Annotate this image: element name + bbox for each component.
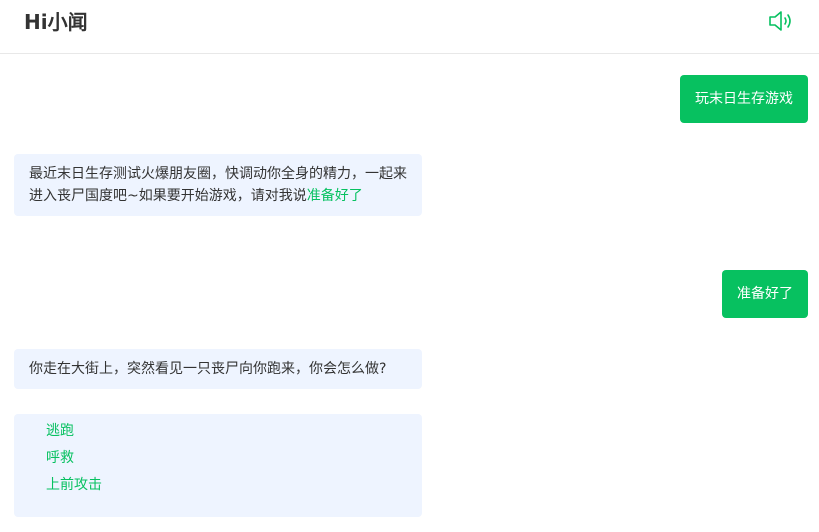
user-message-text: 准备好了: [737, 286, 793, 302]
answer-options-panel: 逃跑 呼救 上前攻击: [14, 414, 422, 517]
user-message-text: 玩末日生存游戏: [695, 91, 793, 107]
page-title: Hi小闻: [24, 10, 88, 34]
ready-link[interactable]: 准备好了: [307, 188, 363, 204]
option-attack[interactable]: 上前攻击: [14, 472, 422, 499]
option-call-for-help[interactable]: 呼救: [14, 445, 422, 472]
bot-question-bubble: 你走在大街上，突然看见一只丧尸向你跑来，你会怎么做?: [14, 349, 422, 389]
bot-question-text: 你走在大街上，突然看见一只丧尸向你跑来，你会怎么做?: [29, 361, 387, 377]
option-escape[interactable]: 逃跑: [14, 418, 422, 445]
user-message-bubble: 准备好了: [722, 270, 808, 318]
user-message-bubble: 玩末日生存游戏: [680, 75, 808, 123]
chat-header: Hi小闻: [0, 0, 819, 54]
bot-message-bubble: 最近末日生存测试火爆朋友圈，快调动你全身的精力，一起来进入丧尸国度吧~如果要开始…: [14, 154, 422, 216]
speaker-icon[interactable]: [766, 8, 796, 34]
